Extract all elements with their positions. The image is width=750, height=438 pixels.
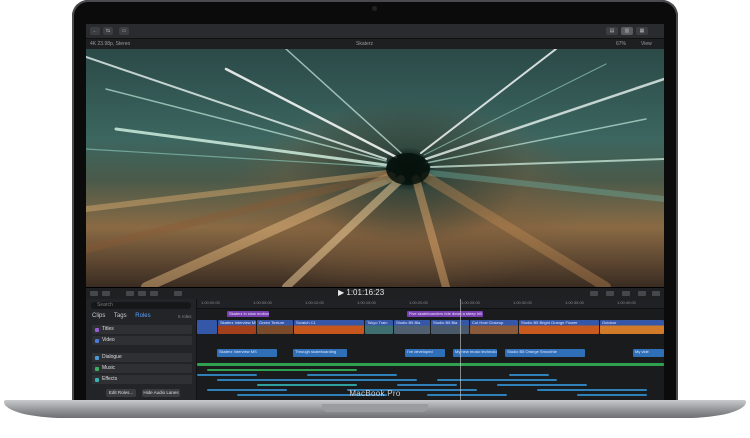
video-role-icon: [95, 339, 99, 343]
timecode-display[interactable]: ▶ 1:01:16:23: [338, 288, 384, 297]
music-role-icon: [95, 367, 99, 371]
ruler-tick: 1:00:30:00: [513, 300, 532, 305]
tab-clips[interactable]: Clips: [92, 313, 105, 319]
effects-clip[interactable]: [397, 384, 457, 386]
title-clip[interactable]: Skaterz in slow motion: [227, 311, 269, 317]
inspector-toggle-button[interactable]: ▦: [636, 27, 648, 35]
music-clip[interactable]: [197, 363, 664, 366]
tab-roles[interactable]: Roles: [135, 313, 150, 319]
edit-tools-icon[interactable]: [126, 291, 134, 296]
browser-toggle-button[interactable]: ▤: [606, 27, 618, 35]
role-item-titles[interactable]: Titles: [92, 325, 192, 334]
ruler-tick: 1:00:05:00: [253, 300, 272, 305]
titles-role-icon: [95, 328, 99, 332]
effects-clip[interactable]: [509, 374, 549, 376]
timeline[interactable]: 1:00:00:00 1:00:05:00 1:00:10:00 1:00:15…: [197, 299, 664, 402]
audio-meter-icon[interactable]: [590, 291, 598, 296]
dialogue-clip[interactable]: I've developed: [405, 349, 445, 357]
video-clip[interactable]: Studio B5 Bla: [431, 320, 469, 334]
ruler-tick: 1:00:10:00: [305, 300, 324, 305]
tunnel-light-streaks: [86, 49, 664, 287]
role-item-music[interactable]: Music: [92, 364, 192, 373]
laptop-hinge-notch: [322, 404, 428, 412]
viewer-info-bar: 4K 23.98p, Stereo Skaterz 67% View: [86, 39, 664, 49]
video-clip[interactable]: Skaterz Interview MS: [218, 320, 256, 334]
timeline-index-panel: Search Clips Tags Roles 5 roles Titles V…: [86, 299, 197, 402]
ruler-tick: 1:00:00:00: [201, 300, 220, 305]
role-item-effects[interactable]: Effects: [92, 375, 192, 384]
headphones-icon[interactable]: [606, 291, 614, 296]
video-clip[interactable]: [197, 320, 217, 334]
title-clip[interactable]: Five skateboarders ride down a steep hil…: [407, 311, 483, 317]
effects-clip[interactable]: [437, 379, 557, 381]
video-clip[interactable]: Tokyo Train: [365, 320, 393, 334]
effects-clip[interactable]: [307, 374, 397, 376]
share-button[interactable]: ▭: [119, 27, 129, 35]
effects-clip[interactable]: [257, 384, 357, 386]
app-window: ← ⇆ ▭ ▤ ▥ ▦ 4K 23.98p, Stereo Skaterz 67…: [86, 24, 664, 402]
dialogue-role-icon: [95, 356, 99, 360]
playhead[interactable]: [460, 299, 461, 402]
import-button[interactable]: ←: [90, 27, 100, 35]
undo-icon[interactable]: [102, 291, 110, 296]
ruler-tick: 1:00:20:00: [409, 300, 428, 305]
fullscreen-icon[interactable]: [652, 291, 660, 296]
format-label: 4K 23.98p, Stereo: [90, 41, 131, 47]
effects-clip[interactable]: [217, 379, 417, 381]
role-item-dialogue[interactable]: Dialogue: [92, 353, 192, 362]
clip-append-icon[interactable]: [138, 291, 146, 296]
video-clip[interactable]: Scratch C1: [294, 320, 364, 334]
device-brand-label: MacBook Pro: [349, 389, 401, 398]
index-toggle-icon[interactable]: [90, 291, 98, 296]
music-clip[interactable]: [207, 369, 357, 371]
view-menu[interactable]: View: [641, 41, 652, 47]
effects-role-icon: [95, 378, 99, 382]
snap-icon[interactable]: [638, 291, 646, 296]
zoom-menu[interactable]: 67%: [616, 41, 626, 47]
effects-clip[interactable]: [497, 384, 587, 386]
dialogue-clip[interactable]: Studio B5 Orange Smoothie: [505, 349, 585, 357]
video-clip[interactable]: Cut Host Closeup: [470, 320, 518, 334]
ruler-tick: 1:00:15:00: [357, 300, 376, 305]
ruler-tick: 1:00:25:00: [461, 300, 480, 305]
dialogue-clip[interactable]: Through skateboarding: [293, 349, 347, 357]
video-clip[interactable]: Studio B5 Bla: [394, 320, 430, 334]
video-clip[interactable]: Green Texture: [257, 320, 293, 334]
video-clip[interactable]: Outdoor: [600, 320, 664, 334]
toolbar: ← ⇆ ▭ ▤ ▥ ▦: [86, 24, 664, 39]
select-tool-icon[interactable]: [174, 291, 182, 296]
index-tabs: Clips Tags Roles: [92, 313, 158, 319]
dialogue-clip[interactable]: My vide: [633, 349, 664, 357]
dialogue-clip[interactable]: Skaterz Interview MS: [217, 349, 277, 357]
effects-clip[interactable]: [197, 374, 257, 376]
keywords-button[interactable]: ⇆: [103, 27, 113, 35]
ruler-tick: 1:00:40:00: [617, 300, 636, 305]
timeline-toggle-button[interactable]: ▥: [621, 27, 633, 35]
ruler-tick: 1:00:35:00: [565, 300, 584, 305]
solo-icon[interactable]: [622, 291, 630, 296]
timeline-ruler[interactable]: 1:00:00:00 1:00:05:00 1:00:10:00 1:00:15…: [197, 299, 664, 309]
roles-count: 5 roles: [178, 314, 192, 319]
camera-icon: [372, 6, 377, 11]
index-search-input[interactable]: Search: [91, 302, 191, 309]
video-clip[interactable]: Studio B5 Bright Orange Flower: [519, 320, 599, 334]
tab-tags[interactable]: Tags: [114, 313, 127, 319]
project-title: Skaterz: [356, 41, 373, 47]
video-viewer[interactable]: [86, 49, 664, 287]
clip-insert-icon[interactable]: [150, 291, 158, 296]
role-item-video[interactable]: Video: [92, 336, 192, 345]
